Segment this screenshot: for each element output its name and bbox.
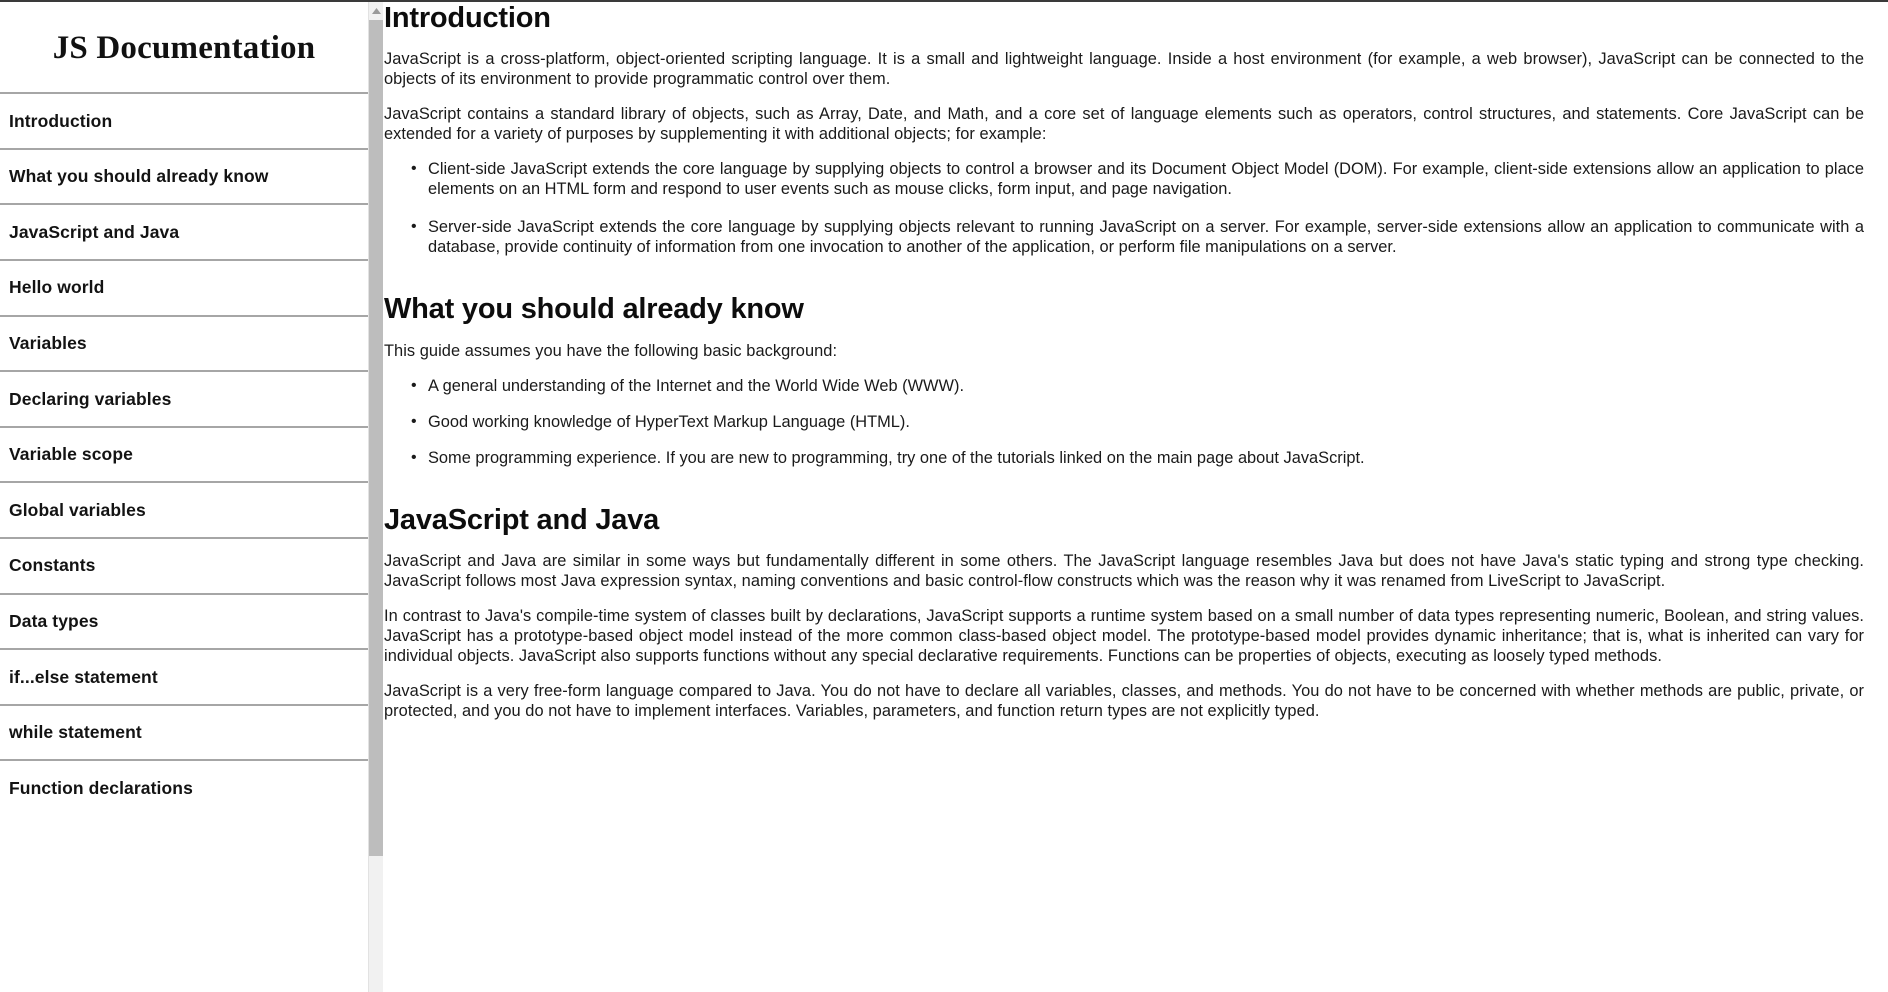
sidebar-item-data-types[interactable]: Data types [0,592,368,649]
sidebar-item-label: Introduction [9,110,113,131]
paragraph: JavaScript is a cross-platform, object-o… [384,50,1864,89]
bullet-icon: • [411,412,417,430]
sidebar-item-javascript-and-java[interactable]: JavaScript and Java [0,203,368,260]
documentation-body: Introduction JavaScript is a cross-platfo… [372,2,1880,721]
bullet-list: • Client-side JavaScript extends the core… [384,159,1864,257]
list-item-text: Some programming experience. If you are … [428,448,1365,467]
paragraph: JavaScript contains a standard library o… [384,105,1864,144]
sidebar-scrollbar[interactable] [368,2,383,992]
list-item: • Client-side JavaScript extends the core… [411,159,1864,199]
window-top-rule [0,0,1888,2]
doc-section-introduction: Introduction JavaScript is a cross-platfo… [384,2,1864,257]
list-item: • Good working knowledge of HyperText Mar… [411,412,1864,432]
section-heading: What you should already know [384,293,804,326]
list-item: • A general understanding of the Internet… [411,376,1864,396]
list-item: • Server-side JavaScript extends the core… [411,217,1864,257]
list-item-text: Good working knowledge of HyperText Mark… [428,412,910,431]
sidebar-item-label: Variables [9,332,87,353]
sidebar-item-label: Data types [9,610,99,631]
sidebar-item-declaring-variables[interactable]: Declaring variables [0,370,368,426]
bullet-icon: • [411,160,417,178]
doc-section-javascript-and-java: JavaScript and Java JavaScript and Java a… [384,504,1864,721]
sidebar-item-while-statement[interactable]: while statement [0,703,368,760]
paragraph: In contrast to Java's compile-time syste… [384,607,1864,666]
sidebar-item-label: Hello world [9,277,105,298]
sidebar-item-if-else-statement[interactable]: if...else statement [0,648,368,704]
sidebar-title: JS Documentation [52,30,316,66]
bullet-icon: • [411,376,417,394]
list-item-text: A general understanding of the Internet … [428,376,964,395]
sidebar-item-label: JavaScript and Java [9,221,180,242]
section-heading: Introduction [384,2,551,34]
sidebar-item-label: Constants [9,555,96,576]
bullet-icon: • [411,218,417,236]
paragraph: JavaScript and Java are similar in some … [384,552,1864,591]
sidebar-item-list: Introduction What you should already know… [0,92,368,816]
scroll-up-arrow-button[interactable] [369,2,383,20]
sidebar-item-variable-scope[interactable]: Variable scope [0,425,368,482]
sidebar-item-global-variables[interactable]: Global variables [0,481,368,538]
list-item: • Some programming experience. If you are… [411,448,1864,468]
bullet-icon: • [411,448,417,466]
list-item-text: Server-side JavaScript extends the core … [428,218,1864,257]
documentation-page: JS Documentation Introduction What you sh… [0,0,1888,992]
bullet-list: • A general understanding of the Internet… [384,376,1864,468]
sidebar-item-label: if...else statement [9,666,158,687]
sidebar-item-label: Variable scope [9,444,133,465]
sidebar-item-label: Function declarations [9,777,193,798]
sidebar-item-label: while statement [9,722,142,743]
sidebar-item-variables[interactable]: Variables [0,314,368,371]
main-content: Introduction JavaScript is a cross-platfo… [368,0,1888,992]
sidebar-item-what-you-should-already-know[interactable]: What you should already know [0,147,368,204]
doc-section-what-you-should-already-know: What you should already know This guide a… [384,293,1864,467]
sidebar-item-introduction[interactable]: Introduction [0,92,368,148]
sidebar-item-hello-world[interactable]: Hello world [0,259,368,315]
sidebar-item-label: Declaring variables [9,388,172,409]
sidebar-item-constants[interactable]: Constants [0,537,368,593]
paragraph: This guide assumes you have the followin… [384,341,838,360]
sidebar-item-label: What you should already know [9,166,269,187]
paragraph: JavaScript is a very free-form language … [384,682,1864,721]
sidebar-item-function-declarations[interactable]: Function declarations [0,759,368,816]
section-heading: JavaScript and Java [384,503,660,536]
list-item-text: Client-side JavaScript extends the core … [428,160,1864,199]
triangle-up-icon [371,8,381,14]
sidebar-item-label: Global variables [9,499,146,520]
scrollbar-thumb[interactable] [369,20,383,856]
sidebar-navigation: JS Documentation Introduction What you sh… [0,0,368,992]
